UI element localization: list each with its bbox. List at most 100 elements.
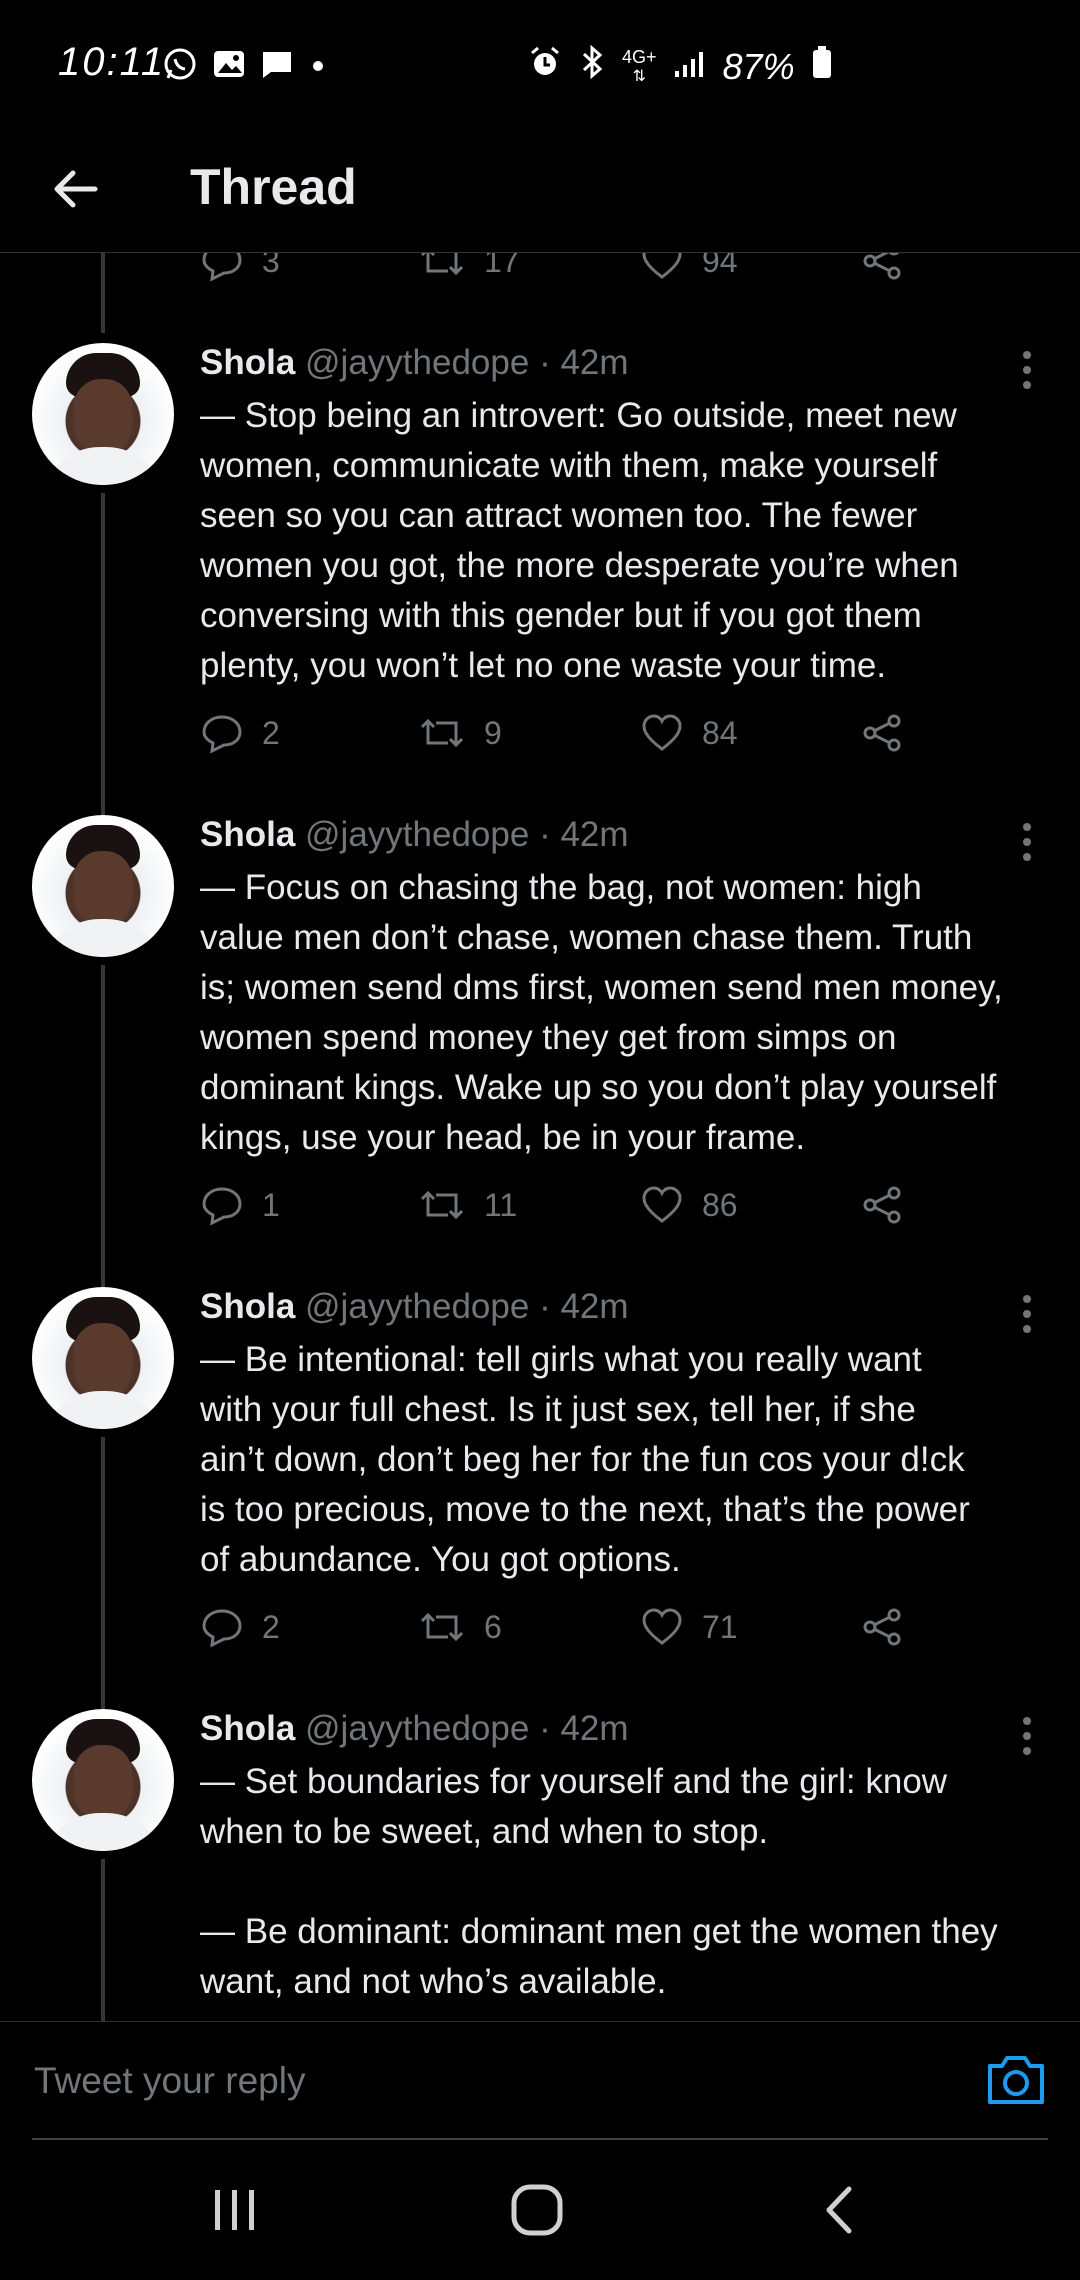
- status-time: 10:11: [58, 40, 166, 84]
- reply-count: 2: [262, 1608, 280, 1645]
- whatsapp-icon: [162, 46, 198, 87]
- tweet-text: — Focus on chasing the bag, not women: h…: [200, 868, 1003, 1157]
- system-back-button[interactable]: [794, 2170, 884, 2250]
- author-handle[interactable]: @jayythedope: [305, 815, 529, 854]
- retweet-count: 17: [484, 253, 520, 279]
- thread-feed[interactable]: 3 17 94 Shola @jayythedope · 42m — Stop …: [0, 253, 1080, 2021]
- reply-count: 3: [262, 253, 280, 279]
- page-title: Thread: [190, 159, 357, 215]
- more-options-icon[interactable]: [1012, 1291, 1042, 1337]
- share-button[interactable]: [860, 713, 904, 753]
- network-label: 4G+: [622, 46, 657, 67]
- signal-icon: [673, 46, 707, 88]
- reply-button[interactable]: 3: [200, 253, 280, 281]
- recents-icon: [215, 2190, 254, 2230]
- battery-icon: [811, 45, 833, 88]
- thread-connector-line: [101, 493, 105, 815]
- system-nav-bar: [0, 2140, 1080, 2280]
- avatar[interactable]: [32, 815, 174, 957]
- tweet-time: · 42m: [539, 1709, 629, 1748]
- reply-count: 2: [262, 714, 280, 751]
- author-name[interactable]: Shola: [200, 1287, 295, 1326]
- reply-icon: [202, 1609, 242, 1647]
- like-count: 84: [702, 714, 738, 751]
- heart-icon: [642, 253, 682, 279]
- share-button[interactable]: [860, 253, 904, 281]
- reply-icon: [202, 253, 242, 281]
- reply-bar: [0, 2021, 1080, 2140]
- retweet-button[interactable]: 17: [418, 253, 520, 281]
- status-left-icons: [162, 46, 328, 87]
- reply-count: 1: [262, 1186, 280, 1223]
- author-handle[interactable]: @jayythedope: [305, 1709, 529, 1748]
- share-button[interactable]: [860, 1607, 904, 1647]
- back-icon: [826, 2186, 852, 2234]
- reply-icon: [202, 715, 242, 753]
- tweet-actions: 2 9 84: [200, 713, 1020, 773]
- heart-icon: [642, 1186, 682, 1223]
- avatar[interactable]: [32, 343, 174, 485]
- avatar[interactable]: [32, 1709, 174, 1851]
- author-handle[interactable]: @jayythedope: [305, 343, 529, 382]
- tweet[interactable]: Shola @jayythedope · 42m — Be intentiona…: [0, 1287, 1080, 1709]
- heart-icon: [642, 714, 682, 751]
- author-name[interactable]: Shola: [200, 815, 295, 854]
- retweet-button[interactable]: 6: [418, 1607, 502, 1647]
- retweet-icon: [420, 1612, 464, 1642]
- share-icon: [863, 1608, 901, 1646]
- share-icon: [863, 1186, 901, 1224]
- tweet-header: Shola @jayythedope · 42m: [200, 1709, 629, 1749]
- message-icon: [260, 48, 294, 85]
- share-button[interactable]: [860, 1185, 904, 1225]
- reply-button[interactable]: 2: [200, 713, 280, 753]
- thread-connector-line: [101, 965, 105, 1287]
- more-options-icon[interactable]: [1012, 819, 1042, 865]
- tweet-header: Shola @jayythedope · 42m: [200, 1287, 629, 1327]
- tweet[interactable]: Shola @jayythedope · 42m — Stop being an…: [0, 343, 1080, 815]
- like-button[interactable]: 94: [640, 253, 738, 281]
- retweet-button[interactable]: 11: [418, 1185, 517, 1225]
- like-count: 71: [702, 1608, 738, 1645]
- retweet-count: 11: [484, 1186, 518, 1223]
- tweet[interactable]: Shola @jayythedope · 42m — Focus on chas…: [0, 815, 1080, 1287]
- like-button[interactable]: 86: [640, 1185, 738, 1225]
- retweet-count: 9: [484, 714, 502, 751]
- author-handle[interactable]: @jayythedope: [305, 1287, 529, 1326]
- author-name[interactable]: Shola: [200, 343, 295, 382]
- author-name[interactable]: Shola: [200, 1709, 295, 1748]
- back-button[interactable]: [40, 154, 110, 224]
- avatar[interactable]: [32, 1287, 174, 1429]
- previous-tweet-actions: 3 17 94: [200, 253, 1020, 301]
- retweet-count: 6: [484, 1608, 502, 1645]
- thread-connector-line: [101, 1437, 105, 1709]
- camera-button[interactable]: [984, 2050, 1048, 2110]
- network-4g-icon: 4G+ ⇅: [622, 46, 657, 85]
- share-icon: [863, 253, 901, 280]
- home-icon: [511, 2184, 563, 2236]
- tweet-text: — Set boundaries for yourself and the gi…: [200, 1762, 998, 2001]
- reply-button[interactable]: 2: [200, 1607, 280, 1647]
- thread-connector-line: [101, 1859, 105, 2021]
- like-count: 86: [702, 1186, 738, 1223]
- thread-connector-line: [101, 253, 105, 333]
- reply-button[interactable]: 1: [200, 1185, 280, 1225]
- arrow-left-icon: [54, 170, 98, 208]
- tweet-actions: 1 11 86: [200, 1185, 1020, 1245]
- more-options-icon[interactable]: [1012, 347, 1042, 393]
- retweet-button[interactable]: 9: [418, 713, 502, 753]
- share-icon: [863, 714, 901, 752]
- like-button[interactable]: 84: [640, 713, 738, 753]
- like-count: 94: [702, 253, 738, 279]
- like-button[interactable]: 71: [640, 1607, 738, 1647]
- reply-input[interactable]: [32, 2022, 966, 2140]
- retweet-icon: [420, 718, 464, 748]
- home-button[interactable]: [492, 2170, 582, 2250]
- gallery-icon: [212, 48, 246, 85]
- tweet[interactable]: Shola @jayythedope · 42m — Set boundarie…: [0, 1709, 1080, 2021]
- recents-button[interactable]: [190, 2170, 280, 2250]
- more-options-icon[interactable]: [1012, 1713, 1042, 1759]
- dot-icon: [308, 54, 328, 79]
- battery-percent: 87%: [722, 45, 795, 87]
- status-bar: 10:11 4G+ ⇅ 87%: [0, 0, 1080, 130]
- status-right-icons: 4G+ ⇅ 87%: [528, 44, 833, 89]
